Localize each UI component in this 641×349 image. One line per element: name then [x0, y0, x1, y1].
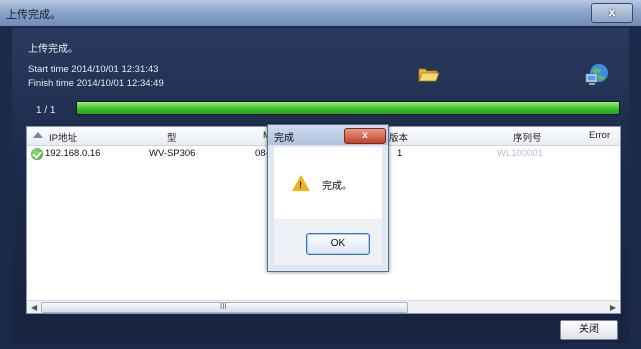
- cell-version: 1: [397, 148, 403, 159]
- warning-mark: !: [299, 180, 302, 190]
- upload-window: 上传完成。 x 上传完成。 Start time 2014/10/01 12:3…: [0, 0, 641, 349]
- check-icon: [31, 148, 43, 160]
- dialog-title: 完成: [274, 133, 294, 144]
- dialog-close-button[interactable]: x: [344, 128, 386, 144]
- sort-ascending-icon[interactable]: [33, 132, 43, 138]
- scroll-left-arrow-icon[interactable]: ◀: [31, 303, 37, 312]
- close-button[interactable]: 关闭: [560, 320, 618, 340]
- status-message: 上传完成。: [28, 44, 78, 55]
- column-header-ip[interactable]: IP地址: [49, 130, 77, 144]
- progress-fill: [77, 102, 619, 114]
- column-header-serial[interactable]: 序列号: [513, 130, 542, 144]
- window-close-button[interactable]: x: [591, 3, 633, 23]
- completion-dialog: 完成 x ! 完成。 OK: [267, 124, 389, 272]
- dialog-message: 完成。: [322, 181, 352, 192]
- folder-open-icon[interactable]: [418, 66, 440, 82]
- column-header-version[interactable]: 版本: [389, 130, 408, 144]
- scrollbar-thumb[interactable]: III: [41, 302, 408, 313]
- scrollbar-grip: III: [220, 302, 227, 311]
- cell-ip: 192.168.0.16: [45, 148, 101, 159]
- progress-bar: [76, 101, 620, 115]
- cell-model: WV-SP306: [149, 148, 196, 159]
- window-titlebar: 上传完成。 x: [0, 0, 641, 26]
- ok-button[interactable]: OK: [306, 233, 370, 255]
- window-title: 上传完成。: [6, 9, 61, 21]
- network-computer-icon[interactable]: [584, 62, 610, 88]
- start-time: Start time 2014/10/01 12:31:43: [28, 64, 159, 75]
- dialog-body: ! 完成。: [274, 147, 382, 219]
- horizontal-scrollbar[interactable]: ◀ III ▶: [27, 300, 620, 313]
- column-header-model[interactable]: 型: [167, 130, 177, 144]
- scroll-right-arrow-icon[interactable]: ▶: [610, 303, 616, 312]
- dialog-titlebar: 完成 x: [268, 125, 388, 145]
- progress-count: 1 / 1: [36, 105, 56, 116]
- finish-time: Finish time 2014/10/01 12:34:49: [28, 78, 164, 89]
- column-header-error[interactable]: Error: [589, 130, 610, 141]
- cell-serial: WL100001: [497, 148, 543, 159]
